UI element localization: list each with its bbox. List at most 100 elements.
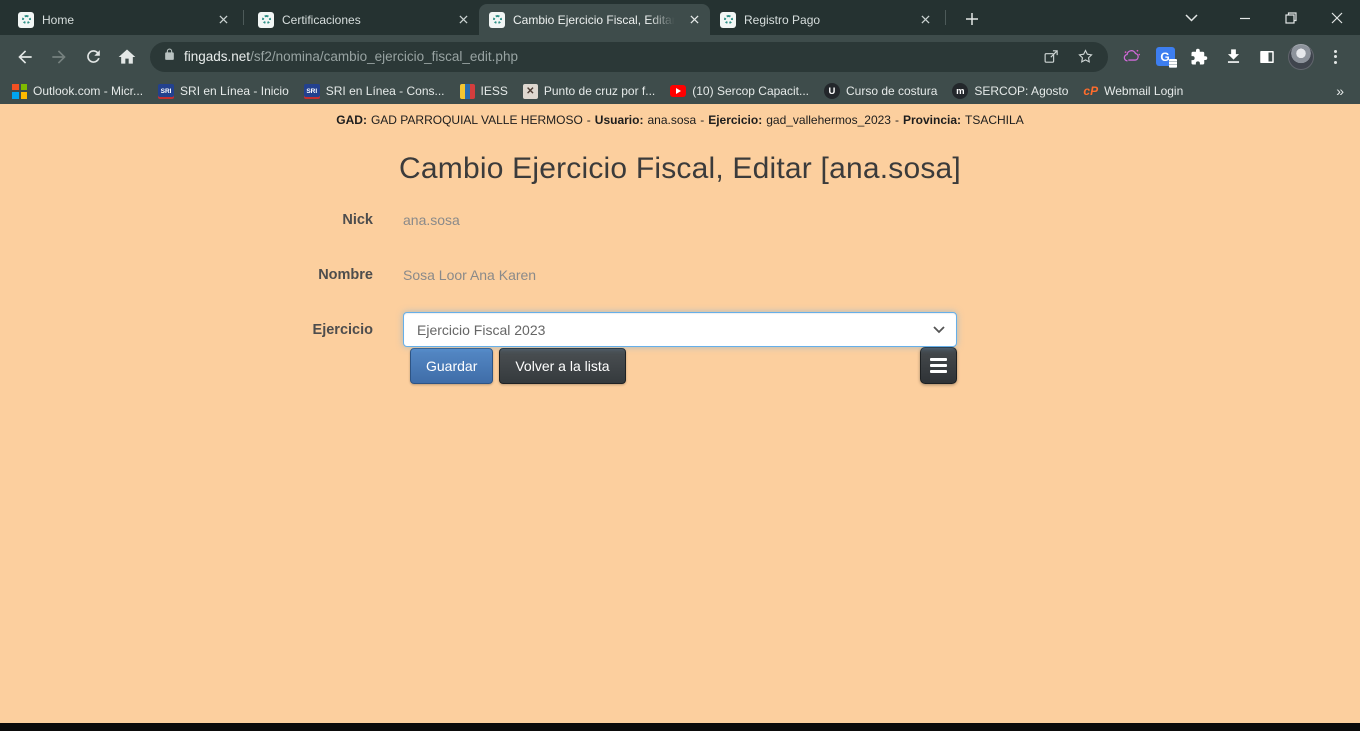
- translate-glyph: G: [1160, 50, 1169, 64]
- usuario-value: ana.sosa: [647, 113, 696, 127]
- bookmark-label: Webmail Login: [1104, 84, 1183, 98]
- bookmark-label: (10) Sercop Capacit...: [692, 84, 809, 98]
- close-window-button[interactable]: [1314, 0, 1360, 35]
- back-to-list-button[interactable]: Volver a la lista: [499, 348, 625, 384]
- url-text: fingads.net/sf2/nomina/cambio_ejercicio_…: [184, 49, 1030, 64]
- side-panel-icon[interactable]: [1250, 40, 1284, 74]
- bookmark-punto-de-cruz[interactable]: Punto de cruz por f...: [523, 84, 655, 99]
- youtube-icon: [670, 85, 686, 97]
- browser-window: Home Certificaciones Cambio Ejercicio Fi…: [0, 0, 1360, 731]
- bookmark-label: Punto de cruz por f...: [544, 84, 655, 98]
- microsoft-icon: [12, 84, 27, 99]
- bookmark-label: SRI en Línea - Cons...: [326, 84, 445, 98]
- session-info-bar: GAD:GAD PARROQUIAL VALLE HERMOSO-Usuario…: [0, 104, 1360, 127]
- bookmark-label: Curso de costura: [846, 84, 937, 98]
- bookmark-label: IESS: [481, 84, 508, 98]
- ejercicio-select[interactable]: Ejercicio Fiscal 2023: [403, 312, 957, 347]
- tab-title: Cambio Ejercicio Fiscal, Editar [ana.sos…: [513, 13, 678, 27]
- cross-stitch-icon: [523, 84, 538, 99]
- site-favicon-icon: [18, 12, 34, 28]
- share-icon[interactable]: [1038, 44, 1064, 70]
- tab-strip: Home Certificaciones Cambio Ejercicio Fi…: [0, 0, 1360, 35]
- bookmark-sri-consultas[interactable]: SRI SRI en Línea - Cons...: [304, 84, 445, 99]
- hamburger-menu-button[interactable]: [920, 347, 957, 384]
- bookmark-label: Outlook.com - Micr...: [33, 84, 143, 98]
- tab-title: Home: [42, 13, 207, 27]
- cloud-extension-icon[interactable]: [1114, 40, 1148, 74]
- tab-close-icon[interactable]: [455, 11, 472, 28]
- bookmarks-bar: Outlook.com - Micr... SRI SRI en Línea -…: [0, 78, 1360, 104]
- tab-close-icon[interactable]: [686, 11, 703, 28]
- edit-form: Nick ana.sosa Nombre Sosa Loor Ana Karen…: [218, 212, 957, 384]
- tab-home[interactable]: Home: [8, 4, 239, 35]
- back-icon[interactable]: [8, 40, 42, 74]
- tab-title: Certificaciones: [282, 13, 447, 27]
- bookmark-outlook[interactable]: Outlook.com - Micr...: [12, 84, 143, 99]
- gad-value: GAD PARROQUIAL VALLE HERMOSO: [371, 113, 583, 127]
- ejercicio-row: Ejercicio Ejercicio Fiscal 2023: [218, 312, 957, 347]
- site-favicon-icon: [258, 12, 274, 28]
- restore-button[interactable]: [1268, 0, 1314, 35]
- tab-separator: [243, 10, 244, 25]
- ejercicio-label: Ejercicio: [218, 322, 373, 338]
- sri-icon: SRI: [158, 84, 174, 99]
- bookmark-sri-inicio[interactable]: SRI SRI en Línea - Inicio: [158, 84, 289, 99]
- browser-menu-icon[interactable]: [1318, 40, 1352, 74]
- tab-search-icon[interactable]: [1176, 3, 1206, 33]
- bookmark-label: SERCOP: Agosto: [974, 84, 1068, 98]
- site-favicon-icon: [720, 12, 736, 28]
- url-path: /sf2/nomina/cambio_ejercicio_fiscal_edit…: [250, 49, 518, 64]
- bookmark-star-icon[interactable]: [1072, 44, 1098, 70]
- bookmark-webmail[interactable]: cP Webmail Login: [1083, 84, 1183, 98]
- bookmark-curso-costura[interactable]: U Curso de costura: [824, 83, 937, 99]
- tab-title: Registro Pago: [744, 13, 909, 27]
- sri-icon: SRI: [304, 84, 320, 99]
- save-button[interactable]: Guardar: [410, 348, 493, 384]
- tab-certificaciones[interactable]: Certificaciones: [248, 4, 479, 35]
- bookmark-label: SRI en Línea - Inicio: [180, 84, 289, 98]
- nombre-value: Sosa Loor Ana Karen: [403, 267, 957, 283]
- extensions-puzzle-icon[interactable]: [1182, 40, 1216, 74]
- downloads-icon[interactable]: [1216, 40, 1250, 74]
- translate-icon[interactable]: G: [1148, 40, 1182, 74]
- usuario-label: Usuario:: [595, 113, 644, 127]
- udemy-icon: U: [824, 83, 840, 99]
- nick-label: Nick: [218, 212, 373, 228]
- nick-value: ana.sosa: [403, 212, 957, 228]
- bookmark-sercop-agosto[interactable]: m SERCOP: Agosto: [952, 83, 1068, 99]
- browser-toolbar: fingads.net/sf2/nomina/cambio_ejercicio_…: [0, 35, 1360, 78]
- provincia-value: TSACHILA: [965, 113, 1024, 127]
- page-title: Cambio Ejercicio Fiscal, Editar [ana.sos…: [0, 152, 1360, 186]
- bookmark-sercop-capacitacion[interactable]: (10) Sercop Capacit...: [670, 84, 809, 98]
- tab-registro-pago[interactable]: Registro Pago: [710, 4, 941, 35]
- page-content: GAD:GAD PARROQUIAL VALLE HERMOSO-Usuario…: [0, 104, 1360, 723]
- url-host: fingads.net: [184, 49, 250, 64]
- reload-icon[interactable]: [76, 40, 110, 74]
- moodle-icon: m: [952, 83, 968, 99]
- gad-label: GAD:: [336, 113, 367, 127]
- site-favicon-icon: [489, 12, 505, 28]
- tab-close-icon[interactable]: [215, 11, 232, 28]
- buttons-row: Guardar Volver a la lista: [218, 347, 957, 384]
- iess-icon: [460, 84, 475, 99]
- tab-separator: [945, 10, 946, 25]
- bottom-edge: [0, 723, 1360, 731]
- provincia-label: Provincia:: [903, 113, 961, 127]
- bookmarks-overflow-chevron[interactable]: »: [1332, 83, 1348, 99]
- nombre-row: Nombre Sosa Loor Ana Karen: [218, 267, 957, 283]
- tab-close-icon[interactable]: [917, 11, 934, 28]
- minimize-button[interactable]: [1222, 0, 1268, 35]
- bookmark-iess[interactable]: IESS: [460, 84, 508, 99]
- window-controls: [1176, 0, 1360, 35]
- address-bar[interactable]: fingads.net/sf2/nomina/cambio_ejercicio_…: [150, 42, 1108, 72]
- ejercicio-select-wrap: Ejercicio Fiscal 2023: [403, 312, 957, 347]
- lock-icon[interactable]: [163, 48, 176, 66]
- ejercicio-label: Ejercicio:: [708, 113, 762, 127]
- profile-avatar[interactable]: [1284, 40, 1318, 74]
- forward-icon[interactable]: [42, 40, 76, 74]
- new-tab-button[interactable]: [958, 5, 986, 33]
- nombre-label: Nombre: [218, 267, 373, 283]
- tab-cambio-ejercicio-fiscal[interactable]: Cambio Ejercicio Fiscal, Editar [ana.sos…: [479, 4, 710, 35]
- home-icon[interactable]: [110, 40, 144, 74]
- cpanel-icon: cP: [1083, 84, 1098, 98]
